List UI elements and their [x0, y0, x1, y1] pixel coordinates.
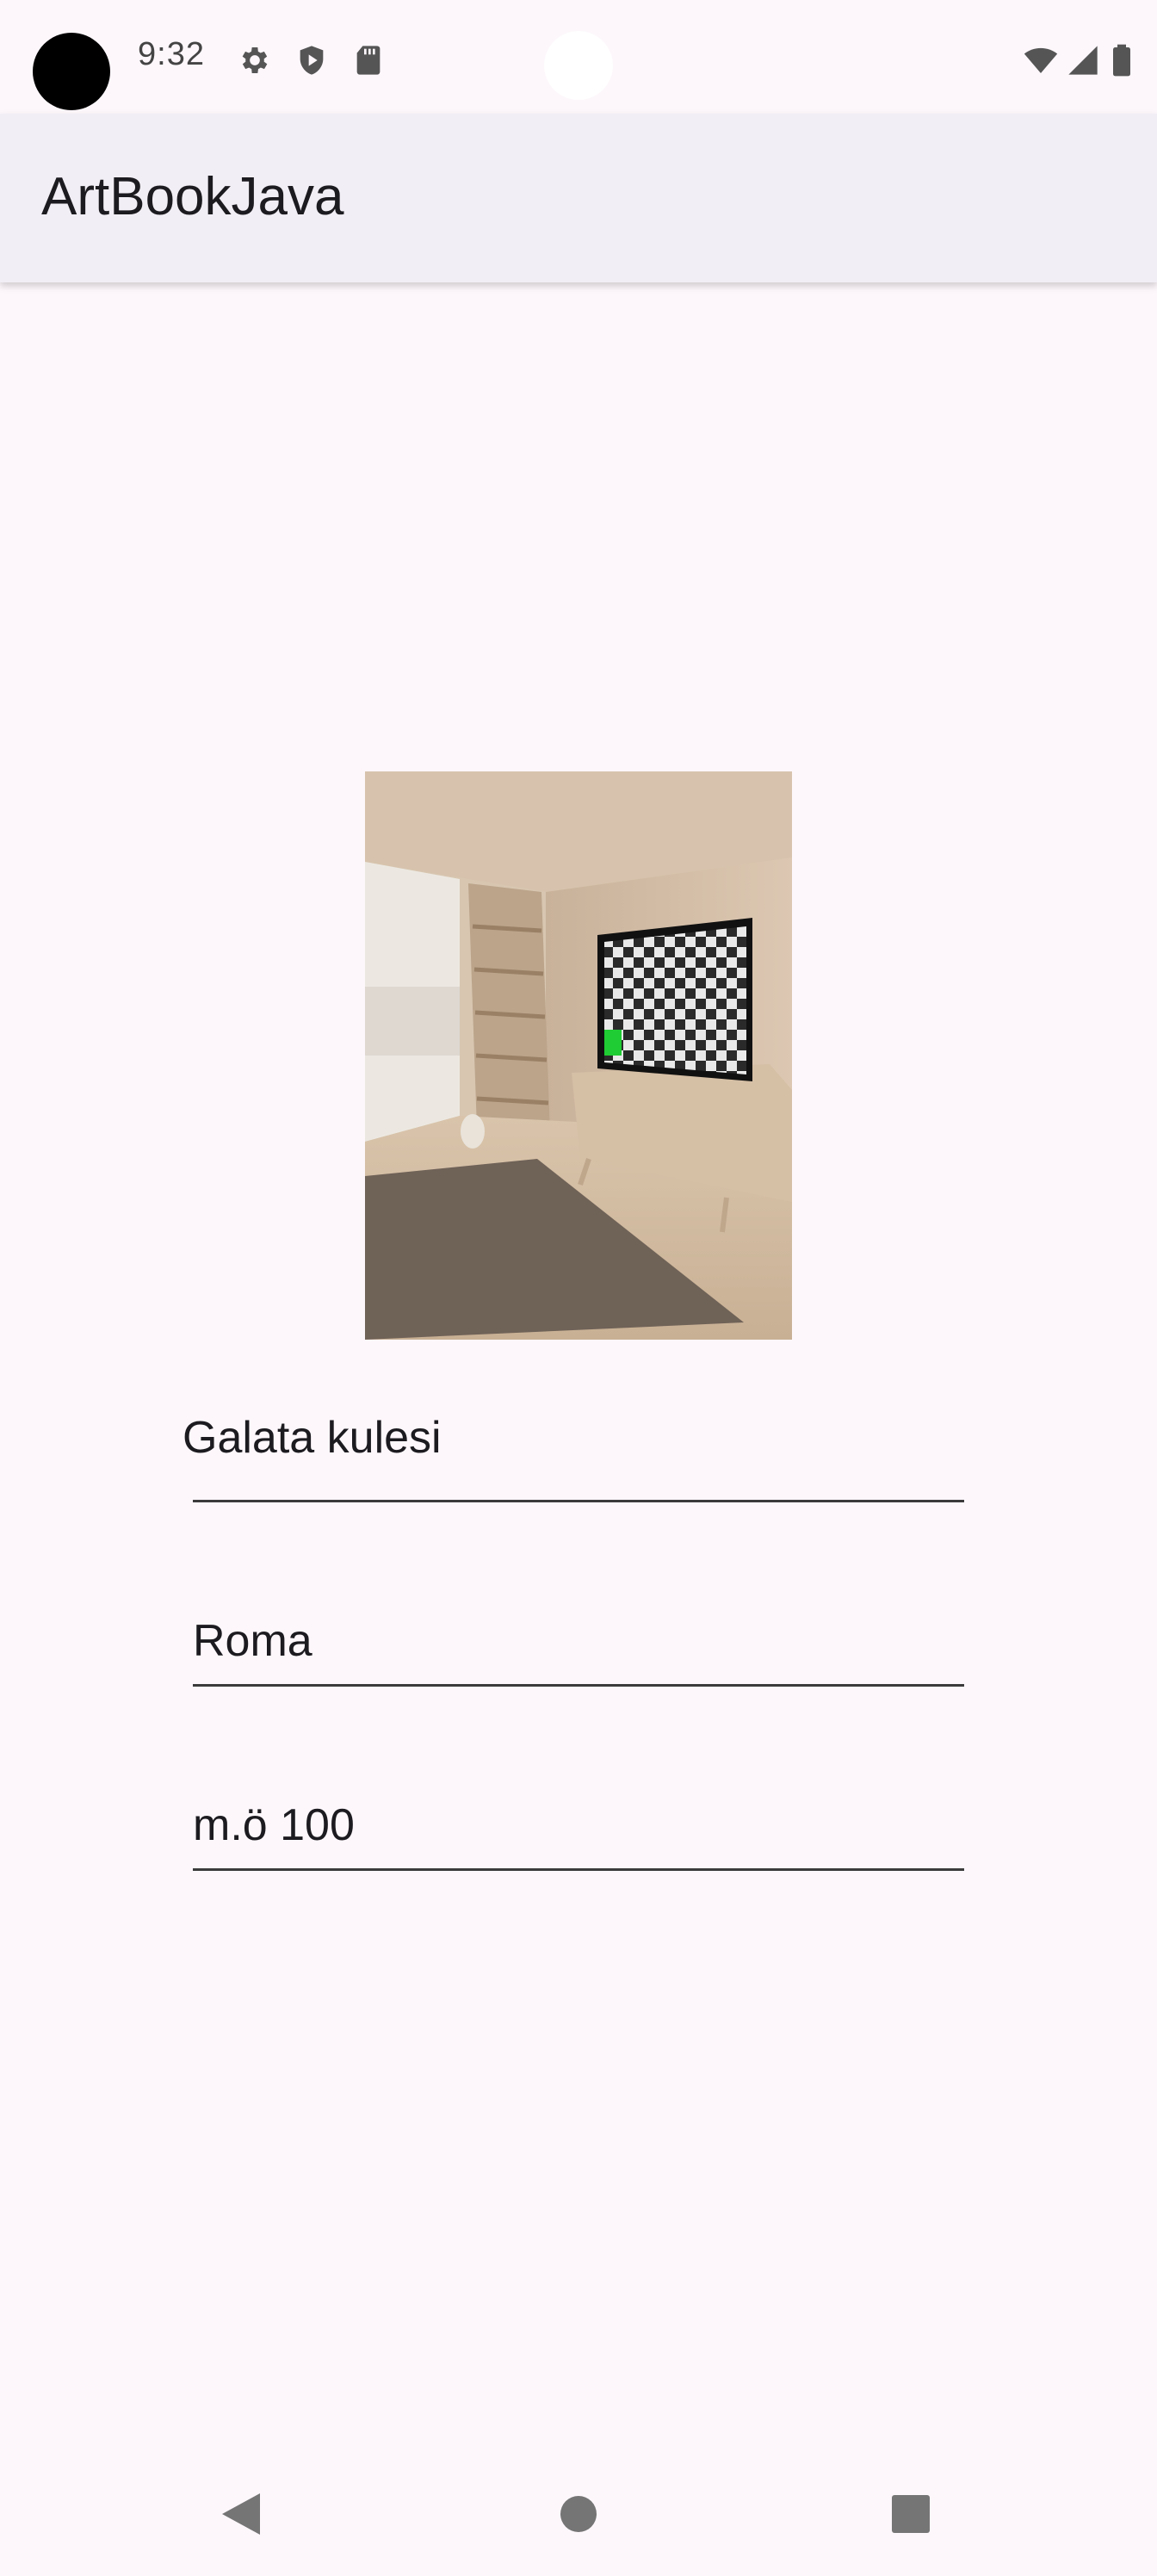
recents-square-icon[interactable]: [868, 2471, 954, 2557]
cell-signal-icon: [1066, 43, 1100, 77]
app-bar: ArtBookJava: [0, 114, 1157, 282]
front-sensor: [544, 31, 613, 100]
home-circle-icon[interactable]: [535, 2471, 622, 2557]
camera-cutout: [33, 33, 110, 110]
wifi-icon: [1021, 43, 1061, 77]
year-input[interactable]: [193, 1791, 964, 1860]
artist-name-input[interactable]: [193, 1607, 964, 1675]
shield-icon: [294, 43, 329, 77]
system-navigation-bar: [0, 2452, 1157, 2576]
app-title: ArtBookJava: [41, 167, 344, 226]
back-triangle-icon[interactable]: [198, 2471, 284, 2557]
sd-card-icon: [351, 43, 386, 77]
art-name-field[interactable]: [183, 1403, 964, 1502]
battery-icon: [1109, 43, 1135, 77]
status-time: 9:32: [138, 36, 205, 72]
year-field[interactable]: [193, 1791, 964, 1871]
artist-name-field[interactable]: [193, 1607, 964, 1687]
gear-icon: [238, 43, 272, 77]
status-bar: 9:32: [0, 0, 1157, 114]
artwork-image[interactable]: [365, 771, 792, 1340]
art-name-input[interactable]: [183, 1403, 954, 1472]
